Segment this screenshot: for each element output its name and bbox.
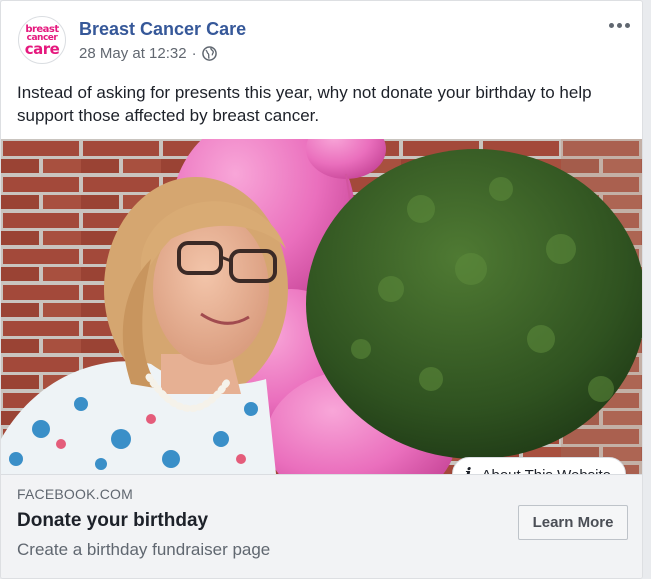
more-options-icon[interactable] — [609, 19, 631, 31]
avatar-line-3: care — [24, 39, 60, 58]
post-header: breast cancer care Breast Cancer Care 28… — [1, 1, 642, 71]
ad-post-card: breast cancer care Breast Cancer Care 28… — [0, 0, 643, 579]
page-avatar[interactable]: breast cancer care — [18, 16, 66, 64]
meta-separator: · — [191, 45, 197, 62]
page-name-link[interactable]: Breast Cancer Care — [79, 19, 246, 40]
link-domain: FACEBOOK.COM — [17, 486, 133, 502]
post-message: Instead of asking for presents this year… — [17, 83, 592, 125]
post-timestamp[interactable]: 28 May at 12:32 — [79, 45, 187, 62]
post-meta: 28 May at 12:32 · — [79, 45, 217, 62]
globe-icon[interactable] — [201, 46, 217, 61]
learn-more-button[interactable]: Learn More — [518, 505, 628, 540]
link-preview[interactable]: FACEBOOK.COM Donate your birthday Create… — [1, 474, 642, 578]
ad-photo[interactable] — [1, 139, 642, 474]
link-headline[interactable]: Donate your birthday — [17, 510, 208, 532]
photo-illustration — [1, 139, 642, 474]
link-description: Create a birthday fundraiser page — [17, 540, 271, 559]
